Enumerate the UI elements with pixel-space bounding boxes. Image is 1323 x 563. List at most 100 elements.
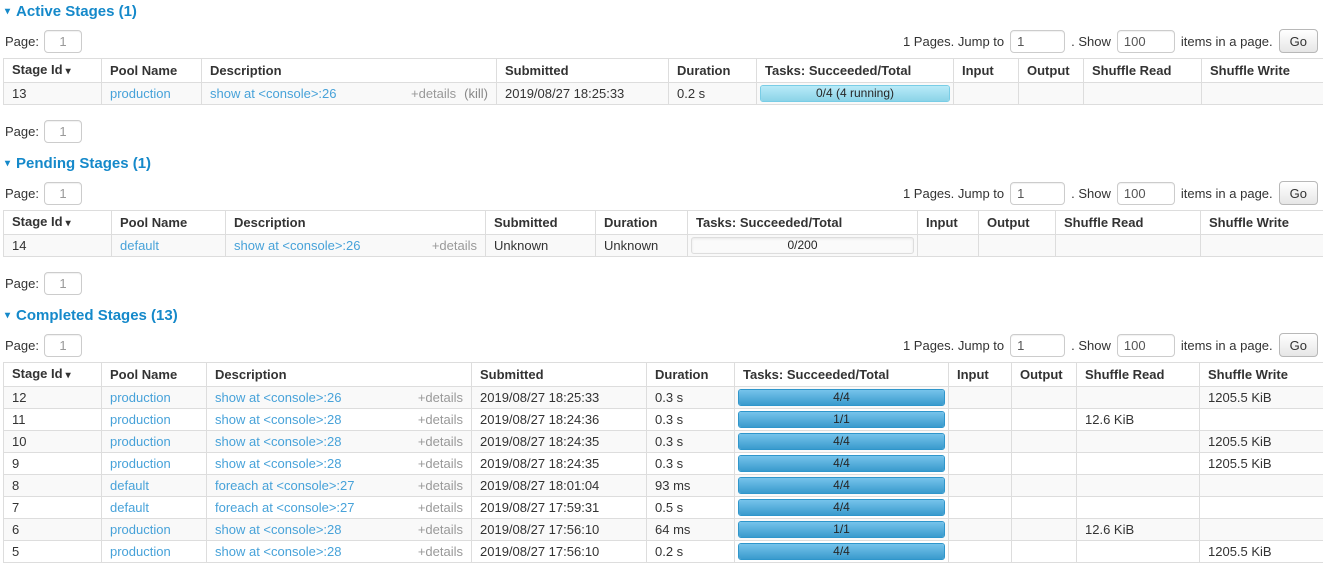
stage-description-link[interactable]: show at <console>:28 <box>215 412 341 427</box>
details-toggle[interactable]: +details <box>432 238 477 253</box>
pool-name-link[interactable]: production <box>110 434 171 449</box>
stage-description-link[interactable]: show at <console>:26 <box>210 86 336 101</box>
stage-description-link[interactable]: show at <console>:26 <box>234 238 360 253</box>
col-header-shuffle-read[interactable]: Shuffle Read <box>1084 59 1202 83</box>
col-header-description[interactable]: Description <box>226 211 486 235</box>
col-header-shuffle-read[interactable]: Shuffle Read <box>1056 211 1201 235</box>
go-button[interactable]: Go <box>1279 181 1318 205</box>
col-header-output[interactable]: Output <box>1019 59 1084 83</box>
collapse-arrow-icon: ▾ <box>5 159 10 169</box>
details-toggle[interactable]: +details <box>418 478 463 493</box>
stage-description-link[interactable]: show at <console>:28 <box>215 522 341 537</box>
col-header-pool-name[interactable]: Pool Name <box>102 363 207 387</box>
duration-cell: 0.5 s <box>647 497 735 519</box>
pool-name-link[interactable]: production <box>110 522 171 537</box>
tasks-cell: 4/4 <box>735 541 949 563</box>
col-header-submitted[interactable]: Submitted <box>497 59 669 83</box>
col-header-shuffle-write[interactable]: Shuffle Write <box>1200 363 1323 387</box>
stage-id-cell: 11 <box>4 409 102 431</box>
jump-to-page-input[interactable] <box>1010 30 1065 53</box>
pool-name-link[interactable]: default <box>120 238 159 253</box>
pool-name-link[interactable]: production <box>110 86 171 101</box>
col-header-duration[interactable]: Duration <box>669 59 757 83</box>
pool-name-link[interactable]: default <box>110 500 149 515</box>
pool-name-link[interactable]: production <box>110 412 171 427</box>
details-toggle[interactable]: +details <box>418 412 463 427</box>
col-header-input[interactable]: Input <box>918 211 979 235</box>
submitted-cell: 2019/08/27 18:24:35 <box>472 431 647 453</box>
col-header-shuffle-read[interactable]: Shuffle Read <box>1077 363 1200 387</box>
col-header-pool-name[interactable]: Pool Name <box>112 211 226 235</box>
active-stages-header[interactable]: ▾ Active Stages (1) <box>5 3 1321 20</box>
pool-name-cell: production <box>102 519 207 541</box>
page-number-input[interactable] <box>44 334 82 357</box>
col-header-description[interactable]: Description <box>202 59 497 83</box>
details-toggle[interactable]: +details <box>411 86 456 101</box>
page-size-input[interactable] <box>1117 182 1175 205</box>
description-cell: +details show at <console>:28 <box>207 453 472 475</box>
kill-link[interactable]: (kill) <box>464 86 488 101</box>
col-header-stage-id[interactable]: Stage Id▾ <box>4 59 102 83</box>
output-cell <box>1012 497 1077 519</box>
col-header-output[interactable]: Output <box>979 211 1056 235</box>
details-toggle[interactable]: +details <box>418 456 463 471</box>
stage-description-link[interactable]: foreach at <console>:27 <box>215 500 355 515</box>
details-toggle[interactable]: +details <box>418 434 463 449</box>
go-button[interactable]: Go <box>1279 29 1318 53</box>
details-toggle[interactable]: +details <box>418 522 463 537</box>
page-number-input[interactable] <box>44 30 82 53</box>
pending-stages-header[interactable]: ▾ Pending Stages (1) <box>5 155 1321 172</box>
col-header-tasks-succeeded-total[interactable]: Tasks: Succeeded/Total <box>735 363 949 387</box>
col-header-submitted[interactable]: Submitted <box>472 363 647 387</box>
col-header-tasks-succeeded-total[interactable]: Tasks: Succeeded/Total <box>757 59 954 83</box>
stage-description-link[interactable]: foreach at <console>:27 <box>215 478 355 493</box>
jump-to-page-input[interactable] <box>1010 334 1065 357</box>
description-cell: +details show at <console>:26 <box>207 387 472 409</box>
col-header-submitted[interactable]: Submitted <box>486 211 596 235</box>
col-header-output[interactable]: Output <box>1012 363 1077 387</box>
pool-name-link[interactable]: default <box>110 478 149 493</box>
input-cell <box>949 519 1012 541</box>
col-header-duration[interactable]: Duration <box>647 363 735 387</box>
col-header-shuffle-write[interactable]: Shuffle Write <box>1202 59 1323 83</box>
completed-stages-header[interactable]: ▾ Completed Stages (13) <box>5 307 1321 324</box>
task-progress-bar: 4/4 <box>738 433 945 450</box>
col-header-stage-id[interactable]: Stage Id▾ <box>4 363 102 387</box>
page-size-input[interactable] <box>1117 30 1175 53</box>
col-header-pool-name[interactable]: Pool Name <box>102 59 202 83</box>
col-header-input[interactable]: Input <box>949 363 1012 387</box>
page-number-input[interactable] <box>44 272 82 295</box>
task-progress-label: 4/4 <box>739 390 944 405</box>
description-cell: +details foreach at <console>:27 <box>207 475 472 497</box>
page-size-input[interactable] <box>1117 334 1175 357</box>
page-number-input[interactable] <box>44 182 82 205</box>
go-button[interactable]: Go <box>1279 333 1318 357</box>
details-toggle[interactable]: +details <box>418 390 463 405</box>
col-header-input[interactable]: Input <box>954 59 1019 83</box>
pool-name-link[interactable]: production <box>110 456 171 471</box>
pool-name-link[interactable]: production <box>110 390 171 405</box>
page-number-input[interactable] <box>44 120 82 143</box>
stage-row: 13production+details(kill)show at <conso… <box>4 83 1323 105</box>
jump-to-page-input[interactable] <box>1010 182 1065 205</box>
pagination-top: Page: 1 Pages. Jump to . Show items in a… <box>3 181 1320 205</box>
col-header-tasks-succeeded-total[interactable]: Tasks: Succeeded/Total <box>688 211 918 235</box>
description-cell: +details show at <console>:28 <box>207 519 472 541</box>
stage-description-link[interactable]: show at <console>:28 <box>215 434 341 449</box>
pool-name-link[interactable]: production <box>110 544 171 559</box>
col-header-description[interactable]: Description <box>207 363 472 387</box>
col-header-shuffle-write[interactable]: Shuffle Write <box>1201 211 1323 235</box>
stage-description-link[interactable]: show at <console>:28 <box>215 544 341 559</box>
input-cell <box>949 541 1012 563</box>
stage-description-link[interactable]: show at <console>:28 <box>215 456 341 471</box>
col-header-duration[interactable]: Duration <box>596 211 688 235</box>
details-toggle[interactable]: +details <box>418 544 463 559</box>
shuffle-write-cell: 1205.5 KiB <box>1200 431 1323 453</box>
stage-description-link[interactable]: show at <console>:26 <box>215 390 341 405</box>
active-stages-section: ▾ Active Stages (1) Page: 1 Pages. Jump … <box>2 3 1321 143</box>
input-cell <box>949 475 1012 497</box>
details-toggle[interactable]: +details <box>418 500 463 515</box>
col-header-stage-id[interactable]: Stage Id▾ <box>4 211 112 235</box>
stage-id-cell: 8 <box>4 475 102 497</box>
sort-desc-icon: ▾ <box>66 66 71 77</box>
